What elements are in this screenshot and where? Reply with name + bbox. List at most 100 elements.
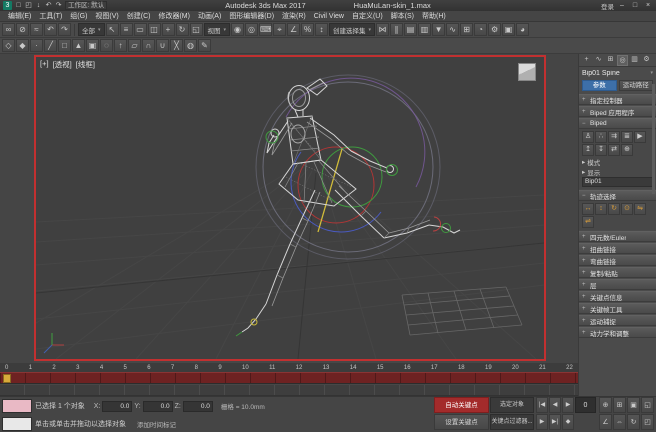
reference-coordinate-dropdown[interactable]: 视图 ▾ — [204, 23, 231, 36]
app-logo-icon[interactable]: 3 — [3, 1, 12, 10]
x-coordinate-field[interactable] — [102, 401, 132, 412]
go-to-end-button[interactable]: ▶| — [549, 414, 561, 430]
panel-scrollbar[interactable] — [652, 84, 655, 194]
next-frame-button[interactable]: ▶ — [536, 414, 548, 430]
rollout-biped-apps[interactable]: + Biped 应用程序 — [579, 106, 656, 117]
undo-icon[interactable]: ↶ — [44, 23, 57, 36]
rollout-header[interactable]: + 运动捕捉 — [579, 315, 656, 326]
maximize-button[interactable]: □ — [630, 2, 640, 9]
menu-item[interactable]: 工具(T) — [35, 11, 66, 21]
time-slider-handle[interactable] — [3, 374, 11, 383]
display-tab[interactable]: ▥ — [629, 55, 640, 66]
rollout-biped[interactable]: − Biped — [579, 118, 656, 129]
open-file-icon[interactable]: ◰ — [24, 1, 33, 10]
save-file-icon[interactable]: ↓ — [34, 1, 43, 10]
rollout-header[interactable]: + 四元数/Euler — [579, 231, 656, 242]
y-coordinate-field[interactable] — [143, 401, 173, 412]
vertex-mode-icon[interactable]: · — [30, 39, 43, 52]
rollout-assign-controller[interactable]: + 指定控制器 — [579, 94, 656, 105]
select-and-scale-icon[interactable]: ◱ — [190, 23, 203, 36]
schematic-view-icon[interactable]: ⊞ — [460, 23, 473, 36]
add-time-tag[interactable]: 添加时间标记 — [137, 419, 176, 429]
scene-explorer-icon[interactable]: ▤ — [404, 23, 417, 36]
ribbon-toggle-icon[interactable]: ▼ — [432, 23, 445, 36]
minimize-button[interactable]: – — [617, 2, 627, 9]
figure-mode-button[interactable]: ♙ — [582, 131, 594, 143]
zoom-extents-icon[interactable]: ▣ — [627, 397, 640, 413]
selection-filter-dropdown[interactable]: 全部 ▾ — [78, 23, 105, 36]
polygon-modeling-icon[interactable]: ◇ — [2, 39, 15, 52]
select-by-name-icon[interactable]: ≡ — [120, 23, 133, 36]
viewcube[interactable] — [518, 63, 536, 81]
viewport-shading-label[interactable]: [线框] — [76, 59, 95, 70]
move-all-mode-button[interactable]: ⊕ — [621, 144, 633, 156]
orbit-icon[interactable]: ↻ — [627, 414, 640, 430]
extrude-icon[interactable]: ↑ — [114, 39, 127, 52]
menu-item[interactable]: 帮助(H) — [418, 11, 450, 21]
redo-icon[interactable]: ↷ — [58, 23, 71, 36]
opposite-button[interactable]: ⇌ — [582, 216, 594, 228]
angle-snap-icon[interactable]: ∠ — [287, 23, 300, 36]
body-vertical-button[interactable]: ↕ — [595, 203, 607, 215]
selected-filter-dropdown[interactable]: 选定对象 — [490, 397, 534, 413]
key-filters-button[interactable]: 关键点过滤器... — [490, 414, 534, 430]
mirror-icon[interactable]: ⋈ — [376, 23, 389, 36]
maxscript-mini-listener-output[interactable] — [2, 417, 32, 431]
z-coordinate-field[interactable] — [183, 401, 213, 412]
biped-playback-button[interactable]: ▶ — [634, 131, 646, 143]
select-object-icon[interactable]: ↖ — [106, 23, 119, 36]
bevel-icon[interactable]: ▱ — [128, 39, 141, 52]
zoom-icon[interactable]: ⊕ — [599, 397, 612, 413]
rollout-header[interactable]: + 关键帧工具 — [579, 303, 656, 314]
save-file-button[interactable]: ↧ — [595, 144, 607, 156]
biped-display-group[interactable]: ▸ 显示 — [582, 167, 653, 176]
menu-item[interactable]: 图形编辑器(D) — [225, 11, 278, 21]
keyboard-shortcut-override-icon[interactable]: ⌨ — [259, 23, 272, 36]
rollout-header[interactable]: + 复制/粘贴 — [579, 267, 656, 278]
undo-icon[interactable]: ↶ — [44, 1, 53, 10]
chevron-down-icon[interactable]: ▾ — [650, 70, 653, 76]
footstep-mode-button[interactable]: ∴ — [595, 131, 607, 143]
polygon-mode-icon[interactable]: ▲ — [72, 39, 85, 52]
select-and-rotate-icon[interactable]: ↻ — [176, 23, 189, 36]
snaps-toggle-icon[interactable]: ⌖ — [273, 23, 286, 36]
rollout-track-selection[interactable]: − 轨迹选择 — [579, 190, 656, 201]
edge-mode-icon[interactable]: ╱ — [44, 39, 57, 52]
biped-root-name-field[interactable]: Bip01 — [582, 177, 653, 187]
menu-item[interactable]: 视图(V) — [91, 11, 122, 21]
window-crossing-toggle-icon[interactable]: ◫ — [148, 23, 161, 36]
perspective-viewport[interactable]: [+] [透视] [线框] — [34, 55, 546, 361]
new-scene-icon[interactable]: □ — [14, 1, 23, 10]
menu-item[interactable]: Civil View — [310, 13, 348, 20]
rollout-header[interactable]: + 弯曲链接 — [579, 255, 656, 266]
body-rotation-button[interactable]: ↻ — [608, 203, 620, 215]
close-button[interactable]: × — [643, 2, 653, 9]
spinner-snap-icon[interactable]: ↕ — [315, 23, 328, 36]
pan-view-icon[interactable]: ⇔ — [613, 414, 626, 430]
load-file-button[interactable]: ↥ — [582, 144, 594, 156]
track-bar[interactable] — [0, 385, 578, 396]
field-of-view-icon[interactable]: ∠ — [599, 414, 612, 430]
set-key-button[interactable]: 设置关键点 — [434, 414, 489, 430]
menu-item[interactable]: 动画(A) — [194, 11, 225, 21]
maximize-viewport-toggle-icon[interactable]: ◰ — [641, 414, 654, 430]
render-setup-icon[interactable]: ⚙ — [488, 23, 501, 36]
symmetrical-button[interactable]: ⇋ — [634, 203, 646, 215]
go-to-start-button[interactable]: |◀ — [536, 397, 548, 413]
viewport-menu-plus[interactable]: [+] — [40, 59, 49, 70]
paint-deform-icon[interactable]: ✎ — [198, 39, 211, 52]
utilities-tab[interactable]: ⚙ — [641, 55, 652, 66]
material-editor-icon[interactable]: ◔ — [474, 23, 487, 36]
rectangular-selection-region-icon[interactable]: ▭ — [134, 23, 147, 36]
maxscript-mini-listener-input[interactable] — [2, 399, 32, 413]
biped-modes-group[interactable]: ▸ 模式 — [582, 157, 653, 166]
cut-icon[interactable]: ╳ — [170, 39, 183, 52]
border-mode-icon[interactable]: □ — [58, 39, 71, 52]
swift-loop-icon[interactable]: ◍ — [184, 39, 197, 52]
modify-tab[interactable]: ∿ — [593, 55, 604, 66]
menu-item[interactable]: 组(G) — [66, 11, 91, 21]
percent-snap-icon[interactable]: % — [301, 23, 314, 36]
redo-icon[interactable]: ↷ — [54, 1, 63, 10]
menu-item[interactable]: 自定义(U) — [348, 11, 387, 21]
soft-selection-icon[interactable]: ◌ — [100, 39, 113, 52]
